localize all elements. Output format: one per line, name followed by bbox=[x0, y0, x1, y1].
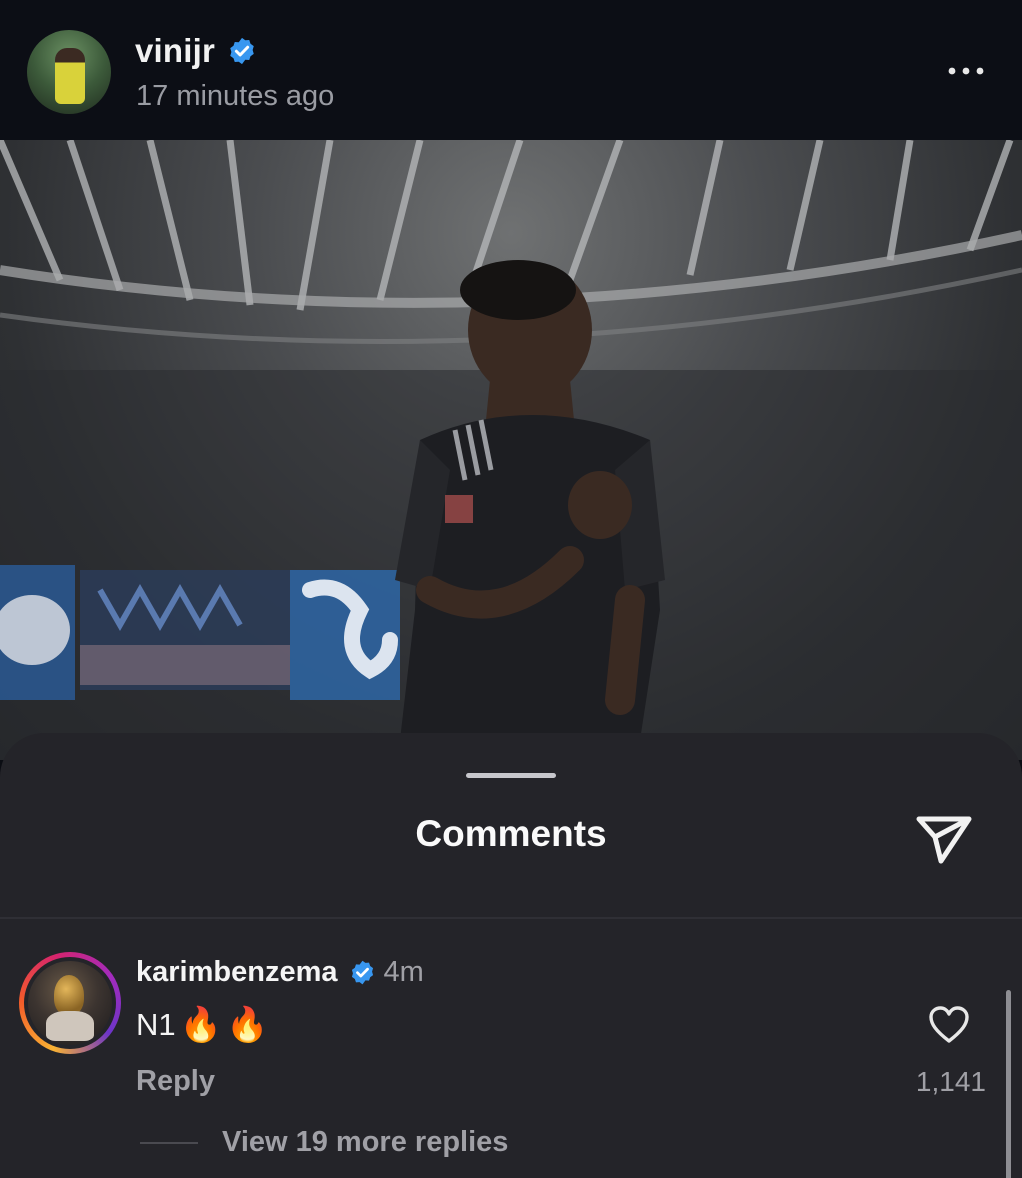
commenter-username[interactable]: karimbenzema 4m bbox=[136, 956, 424, 989]
post-photo[interactable] bbox=[0, 140, 1022, 760]
reply-button[interactable]: Reply bbox=[136, 1065, 215, 1098]
post-time: 17 minutes ago bbox=[136, 80, 335, 112]
post-viewer: vinijr 17 minutes ago Comments karimbenz… bbox=[0, 0, 1022, 1178]
verified-badge-icon bbox=[230, 37, 254, 65]
author-avatar[interactable] bbox=[27, 30, 111, 114]
comment-time: 4m bbox=[383, 956, 424, 988]
verified-badge-icon bbox=[351, 960, 373, 985]
author-username[interactable]: vinijr bbox=[135, 32, 257, 70]
sheet-divider bbox=[0, 917, 1022, 919]
comments-sheet: Comments karimbenzema 4m N1 🔥 🔥 Reply 1,… bbox=[0, 733, 1022, 1178]
sheet-grabber[interactable] bbox=[466, 773, 556, 778]
replies-divider bbox=[140, 1142, 198, 1144]
more-options-icon[interactable] bbox=[944, 58, 988, 84]
like-count: 1,141 bbox=[915, 1066, 986, 1097]
stadium-photo bbox=[0, 140, 1022, 760]
comments-scrollbar[interactable] bbox=[1006, 990, 1011, 1178]
heart-icon[interactable] bbox=[928, 1005, 970, 1045]
commenter-avatar[interactable] bbox=[19, 952, 121, 1054]
fire-emoji: 🔥 bbox=[179, 1006, 222, 1044]
send-icon[interactable] bbox=[913, 809, 975, 867]
comments-title: Comments bbox=[415, 813, 607, 854]
commenter-username-text[interactable]: karimbenzema bbox=[136, 956, 338, 989]
post-header: vinijr 17 minutes ago bbox=[0, 0, 1022, 140]
fire-emoji: 🔥 bbox=[225, 1006, 269, 1044]
comment-text-body: N1 bbox=[136, 1007, 176, 1042]
view-replies-button[interactable]: View 19 more replies bbox=[222, 1126, 508, 1159]
author-username-text[interactable]: vinijr bbox=[135, 32, 215, 70]
comment-text: N1 🔥 🔥 bbox=[136, 1005, 268, 1045]
